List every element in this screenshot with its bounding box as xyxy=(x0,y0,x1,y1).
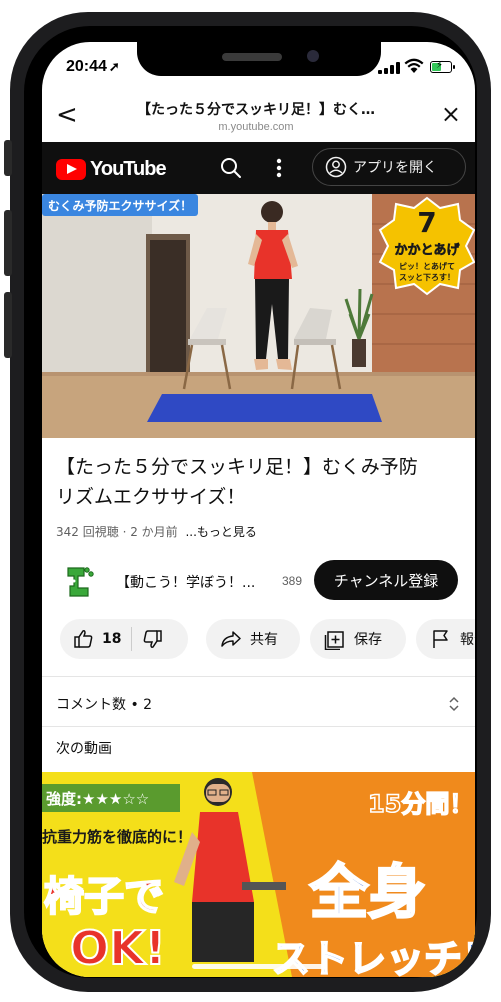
video-badge: むくみ予防エクササイズ！ xyxy=(48,198,192,213)
video-title[interactable]: 【たった５分でスッキリ足！】むくみ予防 リズムエクササイズ！ xyxy=(56,452,461,512)
share-button[interactable]: 共有 xyxy=(206,619,300,659)
youtube-play-icon xyxy=(56,159,86,180)
step-sub2: スッと下ろす！ xyxy=(399,273,455,282)
next-video-thumbnail[interactable]: 強度:★★★☆☆ 抗重力筋を徹底的に！ 15分間！ 椅子で OK! 全身 ストレ… xyxy=(42,772,475,977)
charging-bolt-icon: ⚡ xyxy=(436,60,444,71)
like-separator xyxy=(131,627,133,651)
thumb-intensity: 強度:★★★☆☆ xyxy=(46,790,149,808)
step-title: かかとあげ xyxy=(394,242,460,258)
divider xyxy=(42,676,475,677)
video-frame: むくみ予防エクササイズ！ 7 かかとあげ ピッ！とあげて スッと下ろす！ xyxy=(42,194,475,438)
subscriber-count: 389 xyxy=(282,574,303,588)
notch xyxy=(137,42,381,76)
screen: 20:44 ➚ ⚡ < 【たった５分でスッキリ足！】むく… m.youtube.c… xyxy=(42,42,475,977)
browser-header: < 【たった５分でスッキリ足！】むく… m.youtube.com × xyxy=(42,90,475,142)
page-url: m.youtube.com xyxy=(218,121,294,133)
battery-icon: ⚡ xyxy=(430,60,455,73)
upload-age: 2 か月前 xyxy=(130,525,178,539)
share-label: 共有 xyxy=(250,632,278,648)
thumb-minutes: 15分間！ xyxy=(368,790,473,818)
video-title-line1: 【たった５分でスッキリ足！】むくみ予防 xyxy=(56,456,418,478)
back-button[interactable]: < xyxy=(56,100,78,130)
report-label: 報告 xyxy=(460,632,475,648)
report-button[interactable]: 報告 xyxy=(416,619,475,659)
thumb-chair: 椅子で xyxy=(44,874,164,920)
divider xyxy=(42,726,475,727)
share-icon xyxy=(221,631,241,647)
wifi-icon xyxy=(404,58,424,73)
open-app-label: アプリを開く xyxy=(353,160,437,176)
save-button[interactable]: 保存 xyxy=(310,619,406,659)
open-app-button[interactable]: アプリを開く xyxy=(312,148,466,186)
expand-icon xyxy=(449,696,459,712)
mute-switch xyxy=(4,140,12,176)
volume-down-button xyxy=(4,292,12,358)
status-time: 20:44 ➚ xyxy=(66,58,120,76)
more-vert-icon[interactable] xyxy=(274,155,284,181)
show-more-link[interactable]: ...もっと見る xyxy=(185,525,256,539)
step-sub1: ピッ！とあげて xyxy=(399,261,455,271)
like-icon[interactable] xyxy=(72,628,94,650)
video-player[interactable]: むくみ予防エクササイズ！ 7 かかとあげ ピッ！とあげて スッと下ろす！ xyxy=(42,194,475,438)
status-time-text: 20:44 xyxy=(66,58,107,75)
account-circle-icon xyxy=(325,156,347,178)
flag-icon xyxy=(433,630,448,648)
front-camera xyxy=(307,50,319,62)
video-meta[interactable]: 342 回視聴 · 2 か月前 ...もっと見る xyxy=(56,523,257,540)
dislike-icon[interactable] xyxy=(142,628,164,650)
action-bar: 18 共有 保存 報告 xyxy=(60,619,475,659)
speaker xyxy=(222,53,282,61)
like-dislike-group: 18 xyxy=(60,619,188,659)
thumb-whole: 全身 xyxy=(309,858,426,926)
comments-label: コメント数 • 2 xyxy=(56,697,153,713)
video-title-line2: リズムエクササイズ！ xyxy=(56,486,246,508)
thumb-line: 抗重力筋を徹底的に！ xyxy=(42,828,192,846)
channel-row: 【動こう！学ぼう！... 389 チャンネル登録 xyxy=(42,560,475,604)
subscribe-button[interactable]: チャンネル登録 xyxy=(314,560,458,600)
youtube-header: YouTube アプリを開く xyxy=(42,142,475,194)
channel-name[interactable]: 【動こう！学ぼう！... xyxy=(116,572,255,592)
save-label: 保存 xyxy=(354,632,382,648)
home-indicator[interactable] xyxy=(192,964,326,969)
search-icon[interactable] xyxy=(218,155,244,181)
channel-avatar[interactable] xyxy=(64,564,94,598)
thumb-ok: OK! xyxy=(70,921,166,975)
next-thumbnail-art: 強度:★★★☆☆ 抗重力筋を徹底的に！ 15分間！ 椅子で OK! 全身 ストレ… xyxy=(42,772,475,977)
page-title: 【たった５分でスッキリ足！】むく… xyxy=(137,102,375,118)
thumb-stretch: ストレッチ！ xyxy=(272,937,475,977)
location-arrow-icon: ➚ xyxy=(108,59,120,74)
step-number: 7 xyxy=(417,206,436,239)
close-button[interactable]: × xyxy=(441,100,461,128)
comments-section[interactable]: コメント数 • 2 xyxy=(42,684,475,724)
view-count: 342 回視聴 xyxy=(56,525,119,539)
youtube-logo[interactable]: YouTube xyxy=(56,158,167,181)
cellular-signal-icon xyxy=(378,62,400,74)
like-count[interactable]: 18 xyxy=(102,631,121,647)
youtube-logo-text: YouTube xyxy=(90,158,167,180)
volume-up-button xyxy=(4,210,12,276)
next-video-label: 次の動画 xyxy=(56,741,112,757)
save-playlist-icon xyxy=(324,631,344,650)
